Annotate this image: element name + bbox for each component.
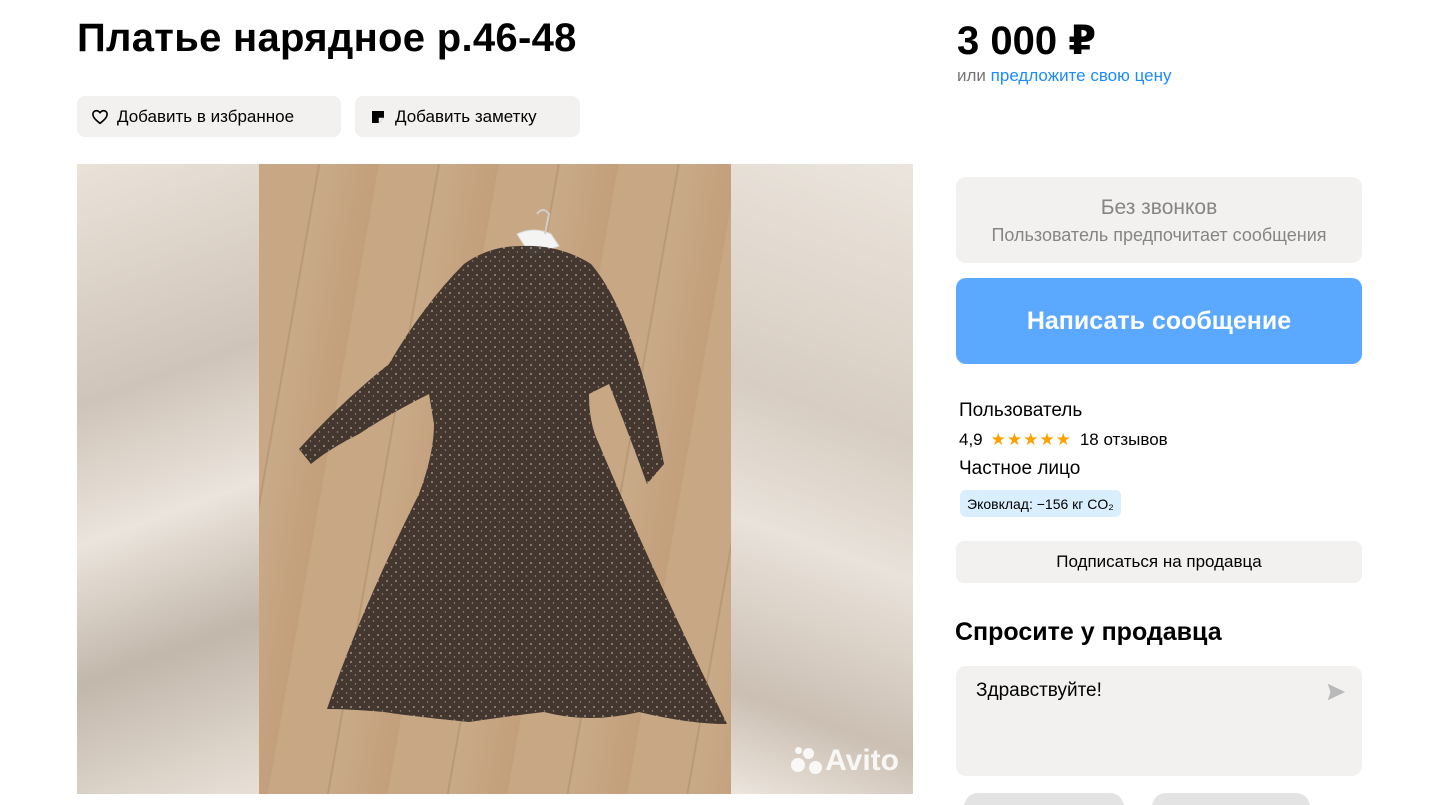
price-offer: или предложите свою цену bbox=[957, 66, 1172, 86]
seller-rating[interactable]: 4,9 ★★★★★ 18 отзывов bbox=[959, 430, 1168, 450]
avito-logo bbox=[789, 746, 823, 776]
quick-reply-chip[interactable] bbox=[964, 793, 1124, 805]
add-to-favorites-label: Добавить в избранное bbox=[117, 106, 295, 126]
add-to-favorites-button[interactable]: Добавить в избранное bbox=[77, 96, 341, 137]
watermark-text: Avito bbox=[825, 744, 899, 777]
no-calls-subtitle: Пользователь предпочитает сообщения bbox=[991, 225, 1327, 245]
subscribe-seller-button[interactable]: Подписаться на продавца bbox=[956, 541, 1362, 583]
write-message-button[interactable]: Написать сообщение bbox=[956, 278, 1362, 364]
send-icon[interactable] bbox=[1325, 681, 1347, 703]
listing-price: 3 000 ₽ bbox=[957, 19, 1097, 63]
offer-price-link[interactable]: предложите свою цену bbox=[991, 66, 1172, 85]
gallery-blur-left bbox=[77, 164, 259, 794]
quick-reply-chip[interactable] bbox=[1152, 793, 1310, 805]
listing-title: Платье нарядное р.46-48 bbox=[77, 16, 577, 60]
photo-gallery[interactable]: Avito bbox=[77, 164, 913, 794]
dress-illustration bbox=[299, 209, 727, 724]
offer-prefix: или bbox=[957, 66, 986, 85]
seller-name-link[interactable]: Пользователь bbox=[959, 400, 1082, 422]
gallery-blur-right bbox=[731, 164, 913, 794]
no-calls-notice: Без звонков Пользователь предпочитает со… bbox=[956, 177, 1362, 263]
rating-value: 4,9 bbox=[959, 430, 983, 449]
listing-page: Платье нарядное р.46-48 3 000 ₽ или пред… bbox=[0, 0, 1440, 805]
note-icon bbox=[372, 110, 384, 123]
rating-stars: ★★★★★ bbox=[990, 430, 1072, 449]
add-note-button[interactable]: Добавить заметку bbox=[355, 96, 580, 137]
avito-watermark: Avito bbox=[789, 744, 899, 778]
eco-badge[interactable]: Эковклад: −156 кг CO₂ bbox=[960, 490, 1121, 517]
ask-seller-title: Спросите у продавца bbox=[955, 618, 1222, 646]
dress-photo[interactable] bbox=[259, 164, 731, 794]
ask-seller-input[interactable]: Здравствуйте! bbox=[956, 666, 1362, 776]
add-note-label: Добавить заметку bbox=[395, 106, 537, 126]
no-calls-title: Без звонков bbox=[1100, 196, 1218, 219]
seller-type: Частное лицо bbox=[959, 458, 1081, 479]
reviews-count: 18 отзывов bbox=[1079, 430, 1168, 449]
heart-icon bbox=[92, 109, 108, 124]
